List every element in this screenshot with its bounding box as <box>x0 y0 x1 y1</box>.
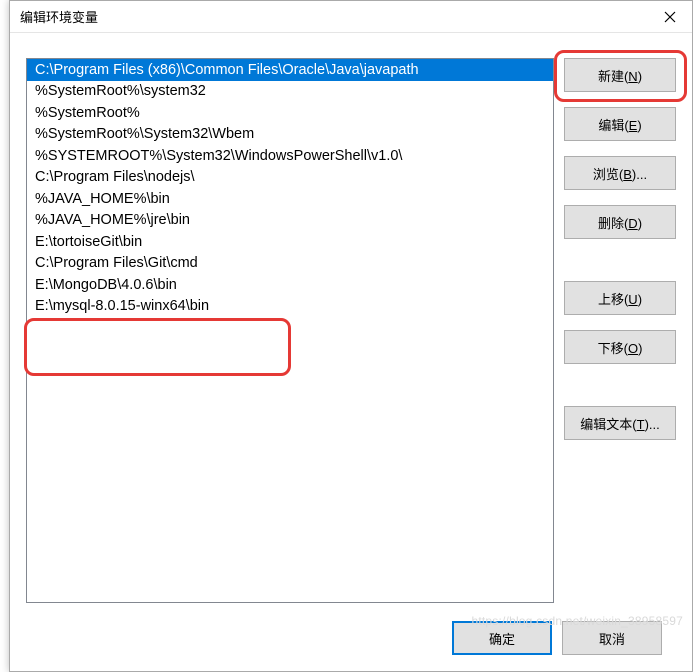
watermark: https://blog.csdn.net/weixin_38958597 <box>471 614 683 628</box>
list-item[interactable]: %JAVA_HOME%\bin <box>27 188 553 210</box>
browse-button[interactable]: 浏览(B)... <box>564 156 676 190</box>
list-item[interactable]: E:\MongoDB\4.0.6\bin <box>27 274 553 296</box>
dialog-title: 编辑环境变量 <box>20 7 647 26</box>
list-item[interactable]: %SystemRoot%\system32 <box>27 81 553 103</box>
dialog: 编辑环境变量 C:\Program Files (x86)\Common Fil… <box>9 0 693 672</box>
edit-text-button[interactable]: 编辑文本(T)... <box>564 406 676 440</box>
delete-button[interactable]: 删除(D) <box>564 205 676 239</box>
close-icon <box>664 11 676 23</box>
list-item[interactable]: E:\tortoiseGit\bin <box>27 231 553 253</box>
edit-button[interactable]: 编辑(E) <box>564 107 676 141</box>
move-up-button[interactable]: 上移(U) <box>564 281 676 315</box>
list-item[interactable]: C:\Program Files (x86)\Common Files\Orac… <box>27 59 553 81</box>
list-item[interactable]: C:\Program Files\nodejs\ <box>27 167 553 189</box>
list-item[interactable]: %SYSTEMROOT%\System32\WindowsPowerShell\… <box>27 145 553 167</box>
list-item[interactable]: %SystemRoot% <box>27 102 553 124</box>
title-bar[interactable]: 编辑环境变量 <box>10 1 692 33</box>
dialog-content: C:\Program Files (x86)\Common Files\Orac… <box>10 33 692 671</box>
list-item[interactable]: C:\Program Files\Git\cmd <box>27 253 553 275</box>
close-button[interactable] <box>647 1 692 33</box>
new-button[interactable]: 新建(N) <box>564 58 676 92</box>
list-item[interactable]: %SystemRoot%\System32\Wbem <box>27 124 553 146</box>
list-item[interactable]: E:\mysql-8.0.15-winx64\bin <box>27 296 553 318</box>
path-listbox[interactable]: C:\Program Files (x86)\Common Files\Orac… <box>26 58 554 603</box>
list-item[interactable]: %JAVA_HOME%\jre\bin <box>27 210 553 232</box>
button-column: 新建(N) 编辑(E) 浏览(B)... 删除(D) 上移(U) 下移(O) 编… <box>564 58 676 603</box>
move-down-button[interactable]: 下移(O) <box>564 330 676 364</box>
